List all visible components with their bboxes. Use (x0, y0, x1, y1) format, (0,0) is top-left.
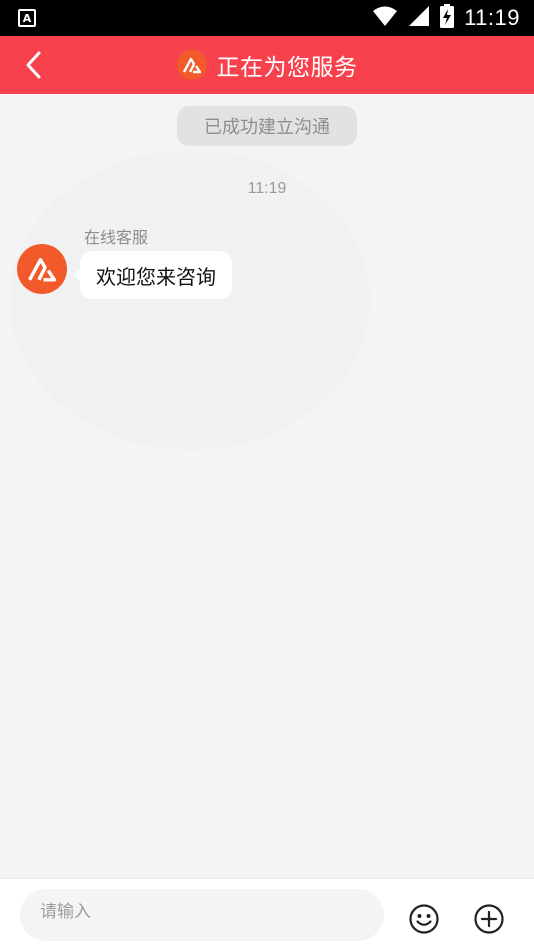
add-button[interactable] (473, 903, 505, 935)
message-text: 欢迎您来咨询 (96, 264, 216, 289)
emoji-button[interactable] (408, 903, 440, 935)
plus-circle-icon (474, 904, 504, 934)
app-notification-icon: A (18, 9, 36, 27)
battery-charging-icon (440, 4, 455, 32)
status-time: 11:19 (464, 5, 520, 30)
page-title: 正在为您服务 (216, 55, 358, 81)
back-button[interactable] (14, 45, 54, 85)
chevron-left-icon (26, 51, 41, 79)
input-bar (0, 878, 534, 950)
system-notice: 已成功建立沟通 (177, 106, 357, 146)
status-bar: A 11:19 (0, 0, 534, 36)
brand-logo-icon (176, 50, 207, 80)
message-bubble: 欢迎您来咨询 (73, 251, 232, 299)
avatar[interactable] (17, 244, 67, 294)
message-timestamp: 11:19 (247, 180, 287, 197)
sender-name: 在线客服 (84, 228, 149, 247)
brand-logo-icon (28, 258, 57, 282)
wifi-icon (372, 5, 398, 31)
signal-icon (408, 5, 430, 31)
message-input[interactable] (20, 889, 384, 941)
smile-icon (409, 904, 439, 934)
chat-header: 正在为您服务 (0, 36, 534, 94)
